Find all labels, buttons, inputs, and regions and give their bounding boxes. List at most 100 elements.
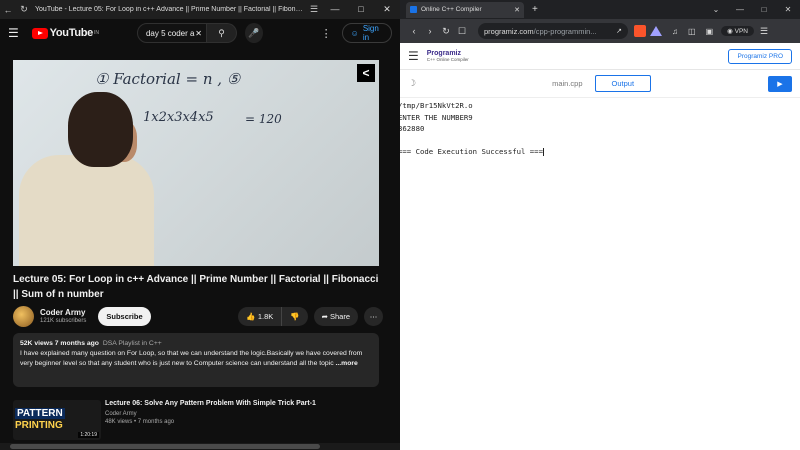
thumbnail-text-1: PATTERN — [15, 408, 65, 419]
back-icon[interactable]: ← — [0, 5, 16, 15]
thumbs-up-icon: 👍 — [246, 311, 258, 321]
url-domain: programiz.com — [484, 26, 534, 36]
brave-shields-icon[interactable] — [634, 25, 646, 37]
related-video-info: Lecture 06: Solve Any Pattern Problem Wi… — [105, 400, 316, 440]
dark-mode-icon[interactable]: ☽ — [408, 78, 416, 89]
tab-title: Online C++ Compiler — [421, 6, 482, 13]
tab-list-icon[interactable]: ⌄ — [704, 5, 728, 14]
browser-toolbar: ‹ › ↻ ☐ programiz.com /cpp-programmin...… — [400, 19, 800, 43]
close-icon[interactable]: ✕ — [374, 4, 400, 15]
sign-in-button[interactable]: ☺ Sign in — [341, 23, 392, 43]
board-text-1: ① Factorial = n , ⑤ — [95, 70, 241, 88]
related-video-title[interactable]: Lecture 06: Solve Any Pattern Problem Wi… — [105, 400, 316, 407]
video-title: Lecture 05: For Loop in c++ Advance || P… — [13, 274, 379, 300]
channel-info: Coder Army 121K subscribers — [40, 308, 86, 324]
output-line: ENTER THE NUMBER9 — [400, 112, 473, 122]
tab-output[interactable]: Output — [594, 75, 652, 92]
upload-age: 7 months ago — [54, 340, 99, 347]
youtube-window: ← ↻ YouTube - Lecture 05: For Loop in c+… — [0, 0, 400, 450]
presenter-hair — [68, 92, 133, 167]
run-button[interactable]: ▶ — [768, 75, 792, 92]
text-cursor — [542, 148, 544, 156]
description-box[interactable]: 52K views 7 months ago DSA Playlist in C… — [13, 333, 379, 387]
programiz-header: ☰ Programiz C++ Online Compiler Programi… — [400, 43, 800, 70]
output-line: 362880 — [400, 124, 425, 133]
brave-rewards-icon[interactable] — [650, 26, 662, 36]
video-player[interactable]: ① Factorial = n , ⑤ 1x2x3x4x5 = 120 < — [13, 60, 379, 266]
programiz-favicon — [410, 6, 417, 13]
address-bar[interactable]: programiz.com /cpp-programmin... ↗ — [478, 23, 628, 39]
hamburger-icon[interactable]: ☰ — [408, 49, 419, 63]
related-video-item[interactable]: PATTERN PRINTING 1:20:19 Lecture 06: Sol… — [13, 400, 383, 440]
account-icon: ☺ — [350, 28, 359, 38]
description-text: I have explained many question on For Lo… — [20, 350, 363, 367]
clear-search-icon[interactable]: ✕ — [195, 29, 202, 38]
subscribe-button[interactable]: Subscribe — [98, 306, 151, 326]
channel-name[interactable]: Coder Army — [40, 308, 86, 317]
minimize-icon[interactable]: — — [322, 4, 348, 15]
related-video-thumbnail[interactable]: PATTERN PRINTING 1:20:19 — [13, 400, 101, 440]
tab-main-cpp[interactable]: main.cpp — [552, 79, 582, 88]
description-meta: 52K views 7 months ago DSA Playlist in C… — [20, 339, 372, 349]
logo-region: IN — [93, 30, 99, 36]
channel-row: Coder Army 121K subscribers Subscribe 👍 … — [13, 305, 383, 327]
microphone-icon: 🎤 — [248, 27, 260, 38]
search-input[interactable]: day 5 coder a ✕ — [136, 23, 207, 43]
related-video-channel: Coder Army — [105, 411, 137, 417]
youtube-logo[interactable]: YouTube IN — [31, 27, 99, 39]
tab-online-compiler[interactable]: Online C++ Compiler ✕ — [406, 1, 524, 18]
share-button[interactable]: ➦ Share — [313, 306, 358, 326]
scrollbar-thumb[interactable] — [10, 444, 320, 449]
search-button[interactable]: ⚲ — [206, 23, 237, 43]
hamburger-icon[interactable]: ☰ — [8, 26, 26, 40]
vpn-button[interactable]: ◉ VPN — [721, 26, 754, 36]
voice-search-button[interactable]: 🎤 — [244, 23, 263, 43]
wallet-icon[interactable]: ▣ — [706, 27, 714, 36]
playlist-link[interactable]: DSA Playlist in C++ — [103, 340, 162, 347]
board-text-3: = 120 — [245, 112, 282, 126]
programiz-pro-button[interactable]: Programiz PRO — [728, 48, 792, 64]
horizontal-scrollbar[interactable] — [0, 443, 400, 450]
minimize-icon[interactable]: — — [728, 5, 752, 14]
left-titlebar: ← ↻ YouTube - Lecture 05: For Loop in c+… — [0, 0, 400, 19]
sidebar-icon[interactable]: ◫ — [688, 27, 696, 36]
brand-name: Programiz — [426, 50, 461, 57]
maximize-icon[interactable]: □ — [752, 5, 776, 14]
like-button[interactable]: 👍 1.8K — [238, 306, 282, 326]
logo-text: YouTube — [49, 27, 94, 39]
reload-icon[interactable]: ↻ — [16, 4, 32, 15]
output-line-final: === Code Execution Successful === — [400, 147, 544, 156]
search-icon: ⚲ — [218, 27, 225, 38]
music-icon[interactable]: ♫ — [672, 27, 678, 36]
close-tab-icon[interactable]: ✕ — [514, 6, 520, 14]
new-tab-icon[interactable]: + — [532, 4, 538, 15]
maximize-icon[interactable]: □ — [348, 4, 374, 15]
more-actions-button[interactable]: ⋯ — [364, 306, 383, 326]
view-count: 52K views — [20, 340, 53, 347]
search-query: day 5 coder a — [145, 28, 195, 38]
video-actions: 👍 1.8K 👎 ➦ Share ⋯ — [238, 306, 383, 326]
reload-icon[interactable]: ↻ — [438, 26, 454, 37]
like-count: 1.8K — [257, 311, 274, 321]
dislike-button[interactable]: 👎 — [281, 306, 308, 326]
related-video-meta: 48K views • 7 months ago — [105, 419, 175, 425]
show-more-link[interactable]: ...more — [335, 360, 357, 367]
channel-avatar[interactable] — [13, 305, 34, 327]
share-page-icon[interactable]: ↗ — [616, 27, 622, 35]
bookmark-icon[interactable]: ☐ — [454, 26, 470, 37]
menu-icon[interactable]: ☰ — [306, 4, 322, 15]
programiz-logo[interactable]: Programiz C++ Online Compiler — [427, 50, 469, 62]
close-icon[interactable]: ✕ — [776, 5, 800, 14]
more-options-icon[interactable]: ⋮ — [321, 27, 332, 40]
output-console[interactable]: /tmp/Br15NkVt2R.o ENTER THE NUMBER9 362880… — [400, 98, 800, 158]
browser-menu-icon[interactable]: ☰ — [760, 26, 768, 37]
thumbnail-text-2: PRINTING — [15, 420, 63, 431]
forward-icon[interactable]: › — [422, 26, 438, 36]
play-icon: ▶ — [777, 80, 783, 88]
video-duration: 1:20:19 — [78, 432, 99, 438]
presenter-body — [19, 155, 154, 266]
window-title: YouTube - Lecture 05: For Loop in c++ Ad… — [35, 6, 306, 13]
back-icon[interactable]: ‹ — [406, 26, 422, 36]
search-bar: day 5 coder a ✕ ⚲ — [136, 23, 237, 43]
